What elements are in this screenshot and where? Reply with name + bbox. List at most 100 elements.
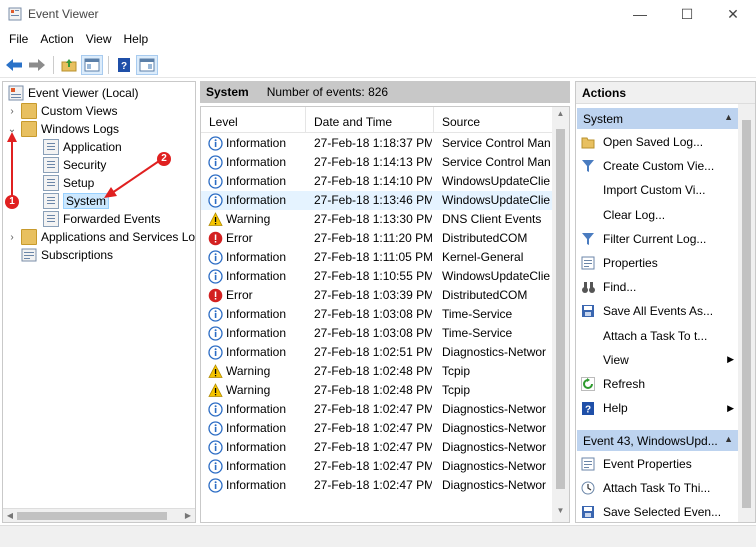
tree-horizontal-scrollbar[interactable]: ◀ ▶ — [3, 508, 195, 522]
actions-section-system[interactable]: System ▲ — [577, 108, 739, 129]
table-row[interactable]: Information 27-Feb-18 1:03:08 PM Time-Serv… — [201, 305, 553, 324]
toolbar: ? — [0, 52, 756, 78]
action-properties[interactable]: Properties — [580, 252, 738, 274]
table-row[interactable]: Information 27-Feb-18 1:02:51 PM Diagnosti… — [201, 343, 553, 362]
table-row[interactable]: Information 27-Feb-18 1:02:47 PM Diagnosti… — [201, 438, 553, 457]
cell-source: DistributedCOM — [442, 231, 528, 245]
show-hide-action-pane-icon — [139, 58, 155, 71]
table-row[interactable]: Information 27-Feb-18 1:02:47 PM Diagnosti… — [201, 419, 553, 438]
information-icon — [208, 136, 223, 151]
table-row[interactable]: Information 27-Feb-18 1:14:10 PM WindowsUp… — [201, 172, 553, 191]
action-attach-a-task-to-t[interactable]: Attach a Task To t... — [580, 325, 738, 347]
event-list-vertical-scrollbar[interactable]: ▲ ▼ — [552, 107, 569, 522]
warning-icon — [208, 383, 223, 398]
chevron-right-icon[interactable]: › — [6, 106, 18, 117]
tree-item-label: Security — [63, 158, 107, 172]
tree-item-label: Setup — [63, 176, 95, 190]
scroll-right-icon[interactable]: ▶ — [181, 509, 195, 522]
cell-level: Information — [226, 250, 287, 264]
tree-item-custom-views[interactable]: › Custom Views — [6, 102, 117, 120]
properties-icon — [580, 456, 596, 472]
save-icon — [580, 504, 596, 520]
table-row[interactable]: Information 27-Feb-18 1:10:55 PM WindowsUp… — [201, 267, 553, 286]
show-hide-tree-button[interactable] — [81, 54, 103, 75]
column-header-source[interactable]: Source — [434, 107, 552, 133]
action-event-properties[interactable]: Event Properties — [580, 453, 738, 475]
minimize-button[interactable]: — — [617, 0, 663, 28]
cell-level: Information — [226, 307, 287, 321]
action-save-all-events-as[interactable]: Save All Events As... — [580, 300, 738, 322]
action-refresh[interactable]: Refresh — [580, 373, 738, 395]
menu-file[interactable]: File — [4, 32, 33, 46]
scroll-left-icon[interactable]: ◀ — [3, 509, 17, 522]
table-row[interactable]: Warning 27-Feb-18 1:02:48 PM Tcpip — [201, 362, 553, 381]
help-button[interactable]: ? — [113, 55, 135, 75]
collapse-up-icon[interactable]: ▲ — [724, 112, 733, 122]
chevron-right-icon[interactable]: › — [6, 232, 18, 243]
menu-help[interactable]: Help — [119, 32, 154, 46]
event-count: Number of events: 826 — [266, 85, 389, 99]
menu-action[interactable]: Action — [35, 32, 78, 46]
tree-item-setup[interactable]: Setup — [40, 174, 94, 192]
back-button[interactable] — [3, 55, 25, 75]
cell-source: DNS Client Events — [442, 212, 542, 226]
actions-section-event[interactable]: Event 43, WindowsUpd... ▲ — [577, 430, 739, 451]
action-help[interactable]: ? Help ▶ — [580, 397, 738, 419]
forward-button[interactable] — [26, 55, 48, 75]
cell-date-time: 27-Feb-18 1:02:48 PM — [314, 383, 432, 397]
table-row[interactable]: Information 27-Feb-18 1:02:47 PM Diagnosti… — [201, 476, 553, 495]
table-row[interactable]: Information 27-Feb-18 1:02:47 PM Diagnosti… — [201, 400, 553, 419]
blank-icon — [580, 352, 596, 368]
table-row[interactable]: Information 27-Feb-18 1:14:13 PM Service C… — [201, 153, 553, 172]
section-label: System — [583, 112, 624, 126]
maximize-button[interactable]: ☐ — [664, 0, 710, 28]
table-row[interactable]: Error 27-Feb-18 1:03:39 PM DistributedCOM — [201, 286, 553, 305]
menu-view[interactable]: View — [81, 32, 117, 46]
table-row[interactable]: Warning 27-Feb-18 1:13:30 PM DNS Client Ev… — [201, 210, 553, 229]
table-row[interactable]: Information 27-Feb-18 1:11:05 PM Kernel-Ge… — [201, 248, 553, 267]
tree-item-subscriptions[interactable]: Subscriptions — [18, 246, 113, 264]
column-header-level[interactable]: Level — [201, 107, 306, 133]
action-create-custom-vie[interactable]: Create Custom Vie... — [580, 155, 738, 177]
scroll-down-icon[interactable]: ▼ — [552, 506, 569, 520]
action-open-saved-log[interactable]: Open Saved Log... — [580, 131, 738, 153]
table-row[interactable]: Warning 27-Feb-18 1:02:48 PM Tcpip — [201, 381, 553, 400]
up-folder-button[interactable] — [58, 55, 80, 75]
collapse-up-icon[interactable]: ▲ — [724, 434, 733, 444]
table-row[interactable]: Error 27-Feb-18 1:11:20 PM DistributedCOM — [201, 229, 553, 248]
show-hide-action-pane-button[interactable] — [136, 54, 158, 75]
action-save-selected-even[interactable]: Save Selected Even... — [580, 501, 738, 522]
cell-date-time: 27-Feb-18 1:11:05 PM — [314, 250, 432, 264]
tree-item-system[interactable]: System — [40, 192, 110, 210]
action-filter-current-log[interactable]: Filter Current Log... — [580, 228, 738, 250]
log-icon — [43, 175, 59, 191]
tree-item-forwarded-events[interactable]: Forwarded Events — [40, 210, 160, 228]
tree-item-security[interactable]: Security — [40, 156, 106, 174]
navigation-tree: Event Viewer (Local) › Custom Views ⌄ Wi… — [2, 81, 196, 523]
tree-item-windows-logs[interactable]: ⌄ Windows Logs — [6, 120, 119, 138]
table-row[interactable]: Information 27-Feb-18 1:13:46 PM WindowsUp… — [201, 191, 553, 210]
save-icon — [580, 303, 596, 319]
column-header-date-time[interactable]: Date and Time — [306, 107, 434, 133]
tree-item-application[interactable]: Application — [40, 138, 122, 156]
table-row[interactable]: Information 27-Feb-18 1:02:47 PM Diagnosti… — [201, 457, 553, 476]
table-row[interactable]: Information 27-Feb-18 1:18:37 PM Service C… — [201, 134, 553, 153]
action-label: Open Saved Log... — [603, 135, 704, 149]
tree-item-applications-and-services[interactable]: › Applications and Services Lo — [6, 228, 195, 246]
chevron-down-icon[interactable]: ⌄ — [6, 124, 18, 135]
close-button[interactable]: ✕ — [710, 0, 756, 28]
action-import-custom-vi[interactable]: Import Custom Vi... — [580, 179, 738, 201]
table-row[interactable]: Information 27-Feb-18 1:03:08 PM Time-Serv… — [201, 324, 553, 343]
scrollbar-thumb[interactable] — [17, 512, 167, 520]
action-view[interactable]: View ▶ — [580, 349, 738, 371]
actions-vertical-scrollbar[interactable] — [738, 104, 755, 522]
action-find[interactable]: Find... — [580, 276, 738, 298]
cell-level: Error — [226, 231, 253, 245]
action-clear-log[interactable]: Clear Log... — [580, 204, 738, 226]
scrollbar-thumb[interactable] — [742, 120, 751, 508]
action-attach-task-to-thi[interactable]: Attach Task To Thi... — [580, 477, 738, 499]
scrollbar-thumb[interactable] — [556, 129, 565, 489]
tree-item-event-viewer-local[interactable]: Event Viewer (Local) — [6, 84, 139, 102]
scroll-up-icon[interactable]: ▲ — [552, 109, 569, 123]
subscriptions-icon — [21, 248, 37, 262]
